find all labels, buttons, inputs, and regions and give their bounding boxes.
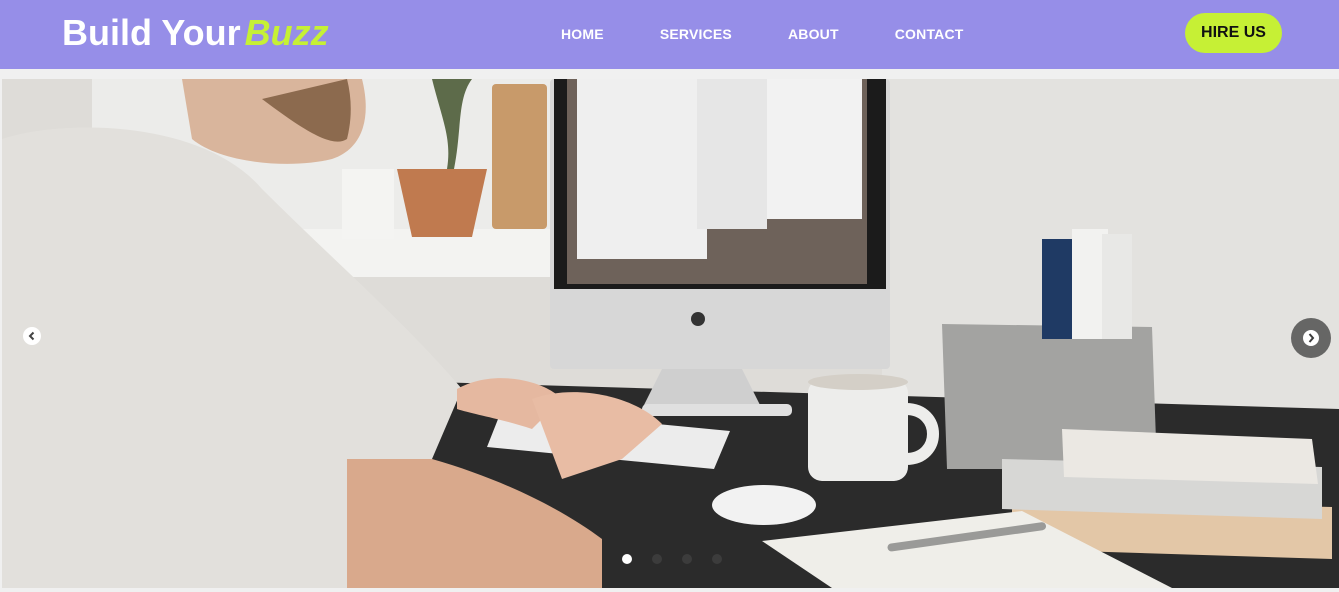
hero-image <box>2 79 1339 588</box>
brand-main: Build Your <box>62 12 241 53</box>
carousel-next-button[interactable] <box>1291 318 1331 358</box>
brand-logo[interactable]: Build Your Buzz <box>62 12 329 54</box>
nav-about[interactable]: ABOUT <box>760 25 867 43</box>
carousel-dot[interactable] <box>712 554 722 564</box>
brand-accent: Buzz <box>244 12 329 53</box>
nav-services[interactable]: SERVICES <box>632 25 760 43</box>
nav-home[interactable]: HOME <box>533 25 632 43</box>
main-nav: HOME SERVICES ABOUT CONTACT <box>533 25 992 43</box>
carousel-indicators <box>622 554 722 564</box>
chevron-right-icon <box>1303 330 1319 346</box>
chevron-left-icon <box>28 331 35 341</box>
nav-contact[interactable]: CONTACT <box>867 25 992 43</box>
carousel-dot[interactable] <box>682 554 692 564</box>
hero-carousel <box>2 79 1339 588</box>
carousel-dot[interactable] <box>622 554 632 564</box>
carousel-dot[interactable] <box>652 554 662 564</box>
hire-us-button[interactable]: HIRE US <box>1185 13 1282 53</box>
carousel-prev-button[interactable] <box>23 327 41 345</box>
navbar: Build Your Buzz HOME SERVICES ABOUT CONTA… <box>0 0 1339 69</box>
